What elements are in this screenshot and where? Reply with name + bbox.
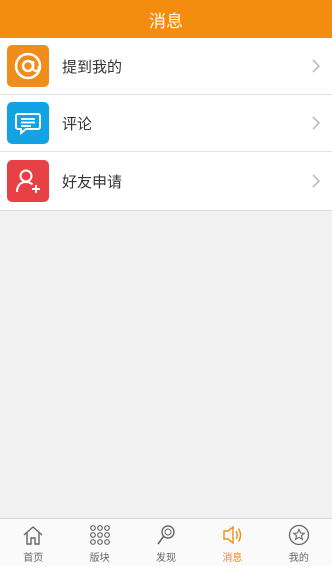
page-title: 消息: [149, 11, 183, 32]
profile-icon: [287, 523, 311, 547]
tab-profile[interactable]: 我的: [266, 519, 332, 566]
add-friend-icon: [7, 160, 49, 202]
page-header: 消息: [0, 0, 332, 38]
chevron-right-icon: [312, 116, 320, 130]
at-icon: [7, 45, 49, 87]
message-icon: [220, 523, 244, 547]
tab-label: 版块: [89, 553, 110, 564]
bottom-tab-bar: 首页 版块 发现 消息 我的: [0, 518, 332, 566]
tab-boards[interactable]: 版块: [66, 519, 132, 566]
tab-label: 消息: [222, 553, 243, 564]
tab-label: 首页: [23, 553, 44, 564]
list-item-label: 评论: [62, 114, 93, 133]
tab-label: 发现: [156, 553, 177, 564]
list-item-mentions[interactable]: 提到我的: [0, 38, 332, 95]
discover-icon: [154, 523, 178, 547]
tab-label: 我的: [288, 553, 309, 564]
chevron-right-icon: [312, 174, 320, 188]
message-list: 提到我的 评论 好友申请: [0, 38, 332, 211]
tab-messages[interactable]: 消息: [199, 519, 265, 566]
list-item-friend-requests[interactable]: 好友申请: [0, 152, 332, 210]
tab-discover[interactable]: 发现: [133, 519, 199, 566]
tab-home[interactable]: 首页: [0, 519, 66, 566]
list-item-label: 好友申请: [62, 172, 123, 191]
list-item-label: 提到我的: [62, 57, 123, 76]
grid-icon: [88, 523, 112, 547]
list-item-comments[interactable]: 评论: [0, 95, 332, 152]
chevron-right-icon: [312, 59, 320, 73]
home-icon: [21, 523, 45, 547]
comment-icon: [7, 102, 49, 144]
